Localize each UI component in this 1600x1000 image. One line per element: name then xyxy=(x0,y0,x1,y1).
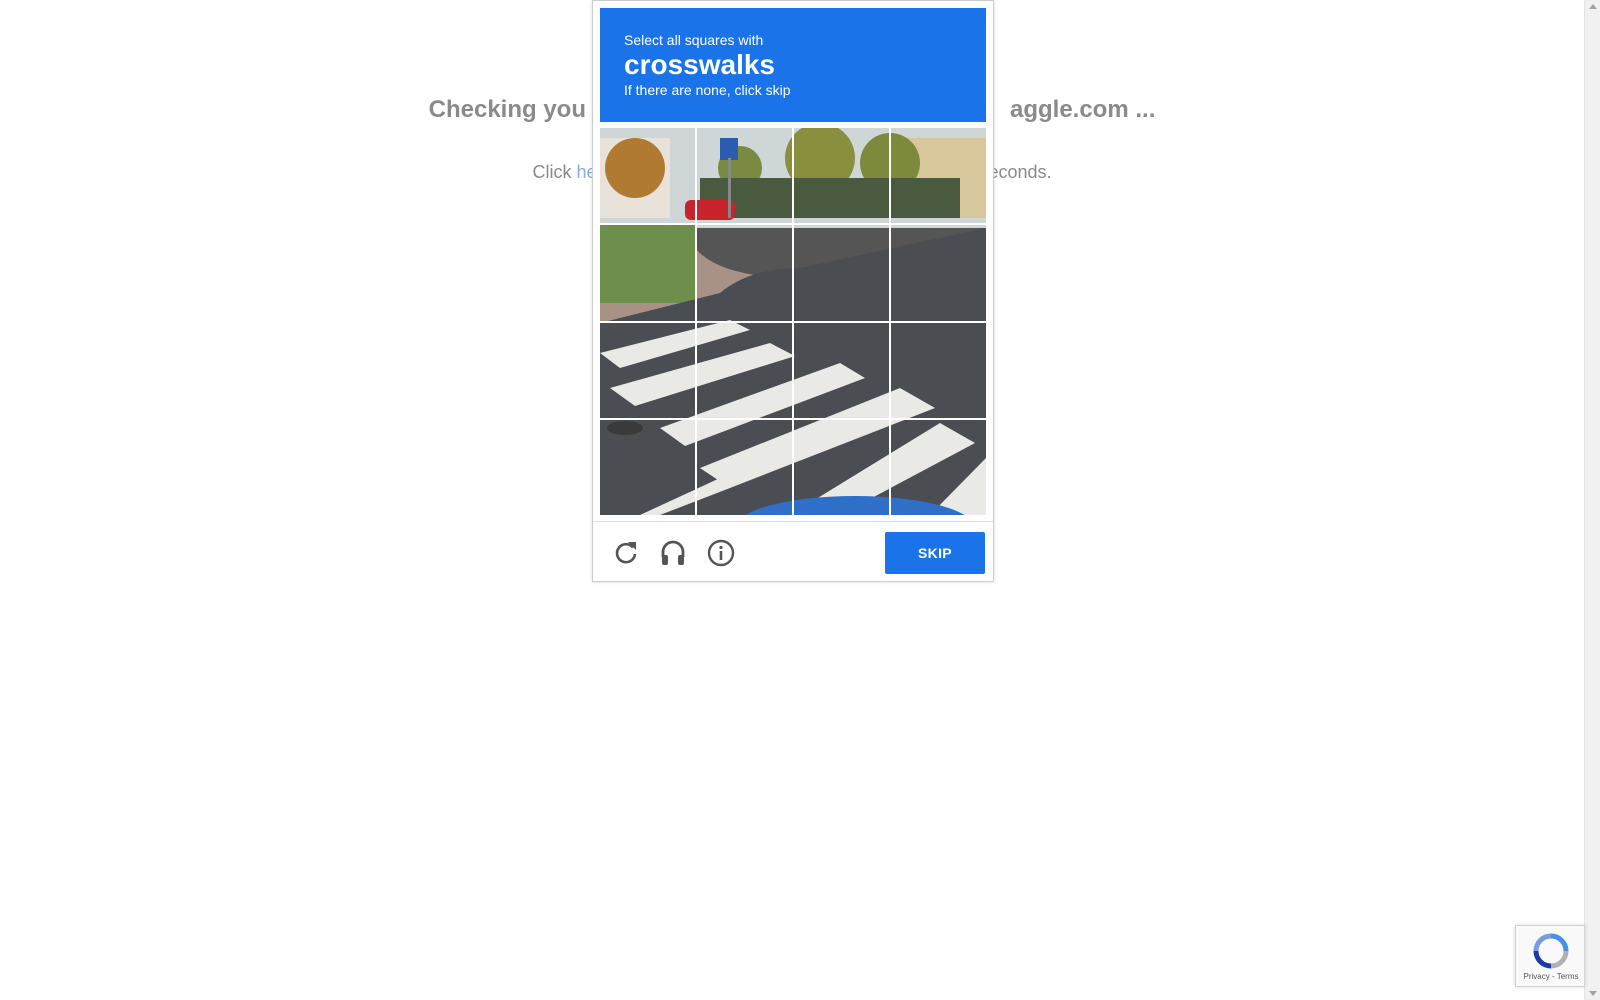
image-tile[interactable] xyxy=(794,322,889,418)
image-tile[interactable] xyxy=(600,225,695,321)
reload-icon[interactable] xyxy=(611,538,641,568)
tile-image xyxy=(697,322,792,418)
page-subtext-left: Click xyxy=(532,162,577,182)
tile-image xyxy=(600,419,695,515)
headphones-icon[interactable] xyxy=(658,538,688,568)
tile-image xyxy=(600,225,695,321)
tile-image xyxy=(697,225,792,321)
image-grid xyxy=(600,128,986,515)
tile-image xyxy=(697,128,792,224)
info-icon[interactable] xyxy=(706,538,736,568)
image-tile[interactable] xyxy=(891,225,986,321)
tile-image xyxy=(697,419,792,515)
privacy-terms-links[interactable]: Privacy - Terms xyxy=(1516,972,1586,981)
scroll-down-arrow[interactable] xyxy=(1589,991,1597,996)
image-tile[interactable] xyxy=(891,419,986,515)
skip-button[interactable]: SKIP xyxy=(885,532,985,574)
image-tile[interactable] xyxy=(891,128,986,224)
image-tile[interactable] xyxy=(600,128,695,224)
recaptcha-badge[interactable]: Privacy - Terms xyxy=(1515,925,1585,987)
scroll-up-arrow[interactable] xyxy=(1589,4,1597,9)
tile-image xyxy=(600,128,695,224)
image-tile[interactable] xyxy=(697,225,792,321)
image-tile[interactable] xyxy=(697,128,792,224)
image-tile[interactable] xyxy=(794,419,889,515)
image-tile[interactable] xyxy=(794,128,889,224)
challenge-header: Select all squares with crosswalks If th… xyxy=(600,8,986,122)
tile-image xyxy=(600,322,695,418)
target-object: crosswalks xyxy=(624,49,775,80)
vertical-scrollbar[interactable] xyxy=(1584,0,1600,1000)
page-heading-left: Checking you xyxy=(428,96,586,123)
tile-image xyxy=(794,225,889,321)
recaptcha-logo-icon xyxy=(1532,932,1570,970)
skip-hint: If there are none, click skip xyxy=(624,82,791,98)
tile-image xyxy=(891,225,986,321)
tile-image xyxy=(891,128,986,224)
tile-image xyxy=(891,322,986,418)
recaptcha-challenge: Select all squares with crosswalks If th… xyxy=(592,0,994,582)
image-tile[interactable] xyxy=(600,419,695,515)
image-tile[interactable] xyxy=(794,225,889,321)
tile-image xyxy=(794,322,889,418)
challenge-footer: SKIP xyxy=(593,521,993,581)
instruction-text: Select all squares with xyxy=(624,32,764,48)
image-tile[interactable] xyxy=(891,322,986,418)
tile-image xyxy=(794,419,889,515)
image-tile[interactable] xyxy=(697,419,792,515)
tile-image xyxy=(794,128,889,224)
page-subtext-right: econds. xyxy=(988,162,1052,182)
page-heading-right: aggle.com ... xyxy=(1009,96,1156,123)
tile-image xyxy=(891,419,986,515)
image-tile[interactable] xyxy=(600,322,695,418)
image-tile[interactable] xyxy=(697,322,792,418)
